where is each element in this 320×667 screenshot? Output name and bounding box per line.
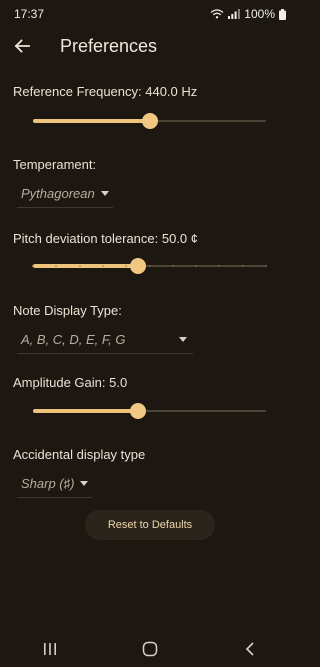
page-title: Preferences [60,35,158,56]
back-button[interactable] [0,28,44,64]
reference-frequency-label: Reference Frequency: 440.0 Hz [13,84,198,99]
slider-thumb[interactable] [129,258,146,274]
slider-tick [265,265,267,267]
accidental-value: Sharp (♯) [21,476,75,491]
slider-tick [171,265,174,267]
slider-tick [101,265,104,267]
pitch-tolerance-slider[interactable] [32,258,267,274]
temperament-label: Temperament: [13,157,97,172]
dropdown-caret-icon [179,337,187,342]
slider-tick [78,265,81,267]
slider-tick [32,265,34,267]
note-display-label: Note Display Type: [13,303,122,318]
dropdown-caret-icon [80,481,89,486]
amplitude-gain-label: Amplitude Gain: 5.0 [13,375,128,390]
dropdown-caret-icon [100,191,109,196]
temperament-dropdown[interactable]: Pythagorean [17,186,113,208]
reference-frequency-slider[interactable] [33,113,266,129]
recents-icon [44,642,56,655]
recents-button[interactable] [30,634,70,664]
reset-to-defaults-button[interactable]: Reset to Defaults [85,510,215,540]
note-display-dropdown[interactable]: A, B, C, D, E, F, G [17,332,193,354]
status-time: 17:37 [14,7,45,21]
dropdown-underline [17,207,113,208]
note-display-value: A, B, C, D, E, F, G [21,332,126,347]
battery-percent: 100% [244,7,275,21]
wifi-icon [210,9,224,19]
slider-active-track [33,119,150,123]
arrow-left-icon [14,39,30,53]
accidental-label: Accidental display type [13,447,146,462]
dropdown-underline [17,497,93,498]
home-button[interactable] [130,634,170,664]
slider-active-track [33,409,138,413]
accidental-dropdown[interactable]: Sharp (♯) [17,476,93,498]
status-bar: 17:37 100% [0,0,300,28]
signal-icon [228,9,241,19]
system-nav-bar [0,630,300,667]
home-icon [142,641,158,656]
battery-icon [279,8,286,20]
pitch-tolerance-label: Pitch deviation tolerance: 50.0 ¢ [13,231,199,246]
dropdown-underline [17,353,193,354]
slider-active-track [33,264,138,268]
app-bar: Preferences [0,28,300,64]
chevron-left-icon [245,641,254,656]
slider-tick [148,265,151,267]
slider-tick [241,265,244,267]
slider-thumb[interactable] [141,113,158,129]
slider-thumb[interactable] [129,403,146,419]
status-icons: 100% [210,7,286,21]
amplitude-gain-slider[interactable] [33,403,266,419]
temperament-value: Pythagorean [21,186,95,201]
nav-back-button[interactable] [230,634,270,664]
